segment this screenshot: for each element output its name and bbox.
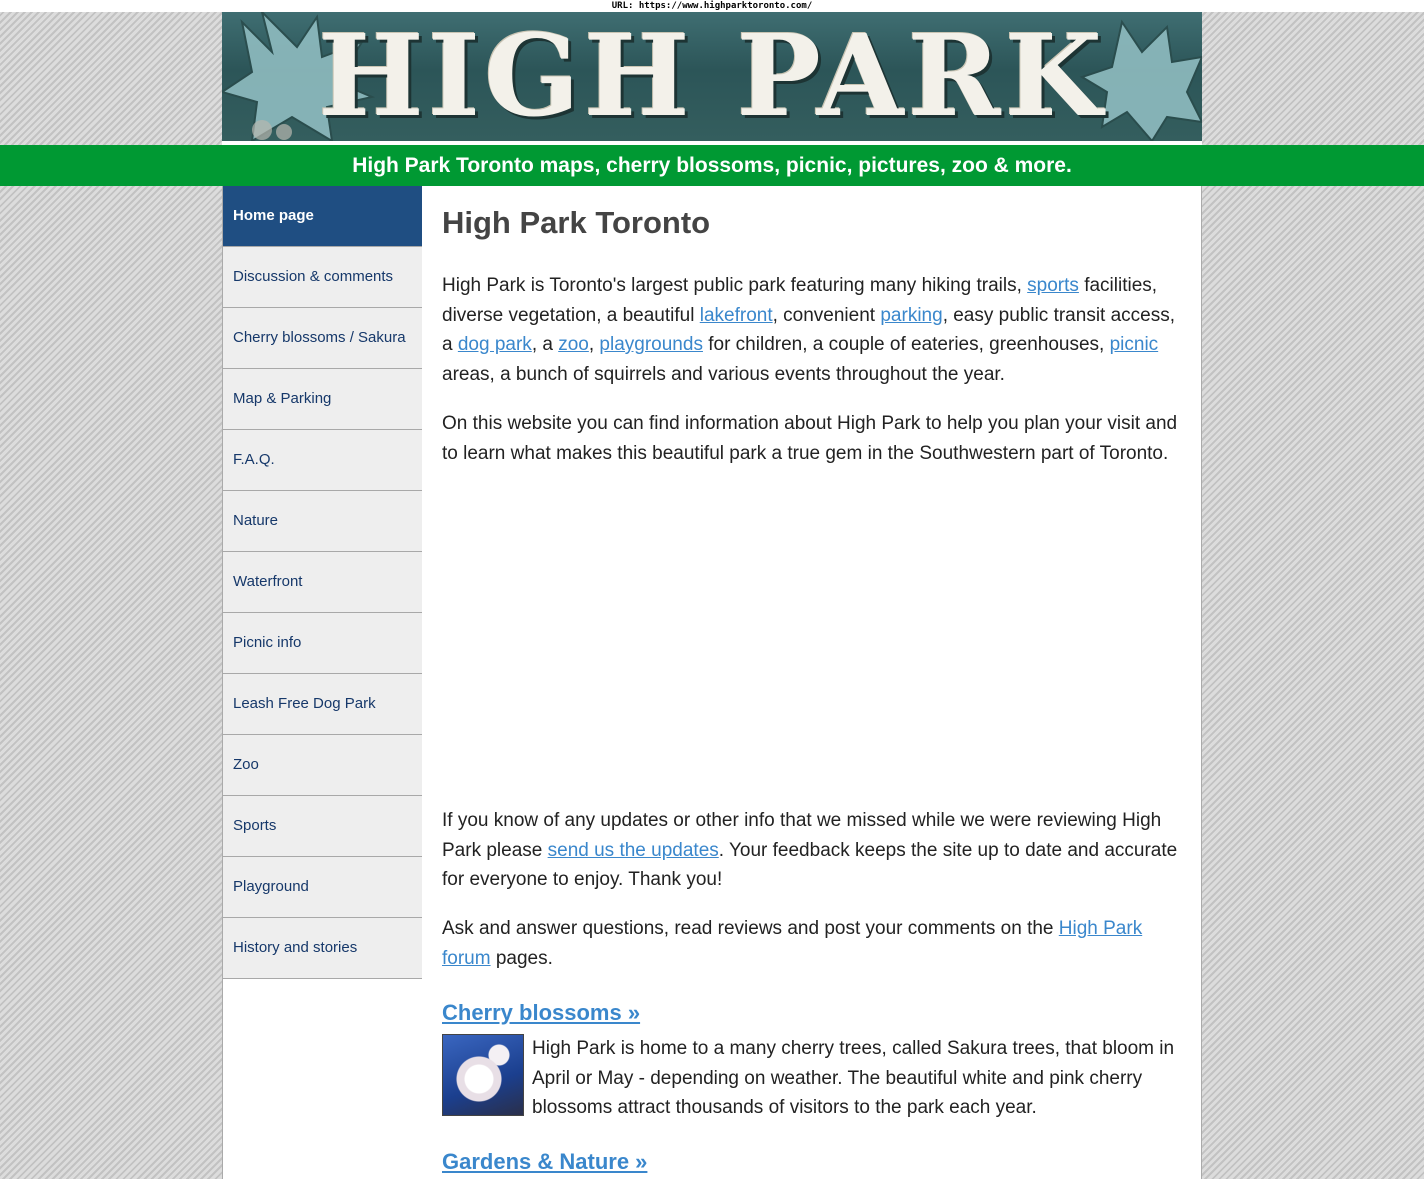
parking-link[interactable]: parking [880,305,942,326]
sidebar-item-home[interactable]: Home page [223,186,423,247]
site-banner[interactable]: HIGH PARK [222,12,1202,141]
intro-text: areas, a bunch of squirrels and various … [442,363,1005,385]
sidebar-item-label[interactable]: Map & Parking [223,369,422,429]
sidebar-nav: Home page Discussion & comments Cherry b… [222,186,423,1179]
sidebar-item-label[interactable]: Sports [223,796,422,856]
sidebar-item-label[interactable]: F.A.Q. [223,430,422,490]
sidebar-item-label[interactable]: History and stories [223,918,422,978]
sidebar-item-label[interactable]: Leash Free Dog Park [223,674,422,734]
gardens-nature-heading: Gardens & Nature » [442,1149,647,1175]
sidebar-item-label[interactable]: Playground [223,857,422,917]
picnic-link[interactable]: picnic [1110,334,1159,355]
sidebar-item-label[interactable]: Discussion & comments [223,247,422,307]
page-title: High Park Toronto [442,205,711,240]
main-content: High Park Toronto High Park is Toronto's… [422,186,1202,1179]
intro-text: , a [531,334,559,356]
intro-text: , [588,334,600,356]
website-paragraph: On this website you can find information… [442,413,1178,464]
send-updates-link[interactable]: send us the updates [548,840,719,861]
intro-text: , convenient [772,304,881,326]
sidebar-item-label[interactable]: Waterfront [223,552,422,612]
sidebar-item-label[interactable]: Picnic info [223,613,422,673]
sidebar-item-playground[interactable]: Playground [223,857,423,918]
intro-paragraph: High Park is Toronto's largest public pa… [442,271,1187,389]
gardens-nature-link[interactable]: Gardens & Nature » [442,1149,647,1174]
sidebar-item-faq[interactable]: F.A.Q. [223,430,423,491]
forum-paragraph: Ask and answer questions, read reviews a… [442,914,1187,973]
sidebar-item-sports[interactable]: Sports [223,796,423,857]
cherry-blossoms-link[interactable]: Cherry blossoms » [442,1000,640,1025]
cherry-blossoms-heading: Cherry blossoms » [442,1000,640,1026]
zoo-link[interactable]: zoo [558,334,589,355]
sidebar-item-map-parking[interactable]: Map & Parking [223,369,423,430]
sidebar-item-dog-park[interactable]: Leash Free Dog Park [223,674,423,735]
intro-text: High Park is Toronto's largest public pa… [442,275,1028,296]
cherry-blossom-thumbnail[interactable] [442,1034,524,1116]
sidebar-item-history[interactable]: History and stories [223,918,423,979]
sports-link[interactable]: sports [1027,275,1079,296]
sidebar-item-label[interactable]: Nature [223,491,422,551]
cherry-blossoms-text: High Park is home to a many cherry trees… [532,1038,1175,1119]
sidebar-item-cherry-blossoms[interactable]: Cherry blossoms / Sakura [223,308,423,369]
forum-text: pages. [490,947,553,969]
lakefront-link[interactable]: lakefront [700,305,773,326]
sidebar-item-picnic[interactable]: Picnic info [223,613,423,674]
url-bar: URL: https://www.highparktoronto.com/ [0,0,1424,12]
playgrounds-link[interactable]: playgrounds [599,334,703,355]
updates-paragraph: If you know of any updates or other info… [442,806,1187,895]
sidebar-item-label[interactable]: Zoo [223,735,422,795]
sidebar-item-waterfront[interactable]: Waterfront [223,552,423,613]
forum-text: Ask and answer questions, read reviews a… [442,918,1059,939]
sidebar-item-label[interactable]: Cherry blossoms / Sakura [223,308,422,368]
site-tagline: High Park Toronto maps, cherry blossoms,… [0,145,1424,186]
sidebar-item-label[interactable]: Home page [223,186,422,246]
dog-park-link[interactable]: dog park [458,334,532,355]
sidebar-item-nature[interactable]: Nature [223,491,423,552]
sidebar-item-discussion[interactable]: Discussion & comments [223,247,423,308]
banner-title: HIGH PARK [317,12,1107,141]
sidebar-item-zoo[interactable]: Zoo [223,735,423,796]
intro-text: for children, a couple of eateries, gree… [702,334,1110,356]
